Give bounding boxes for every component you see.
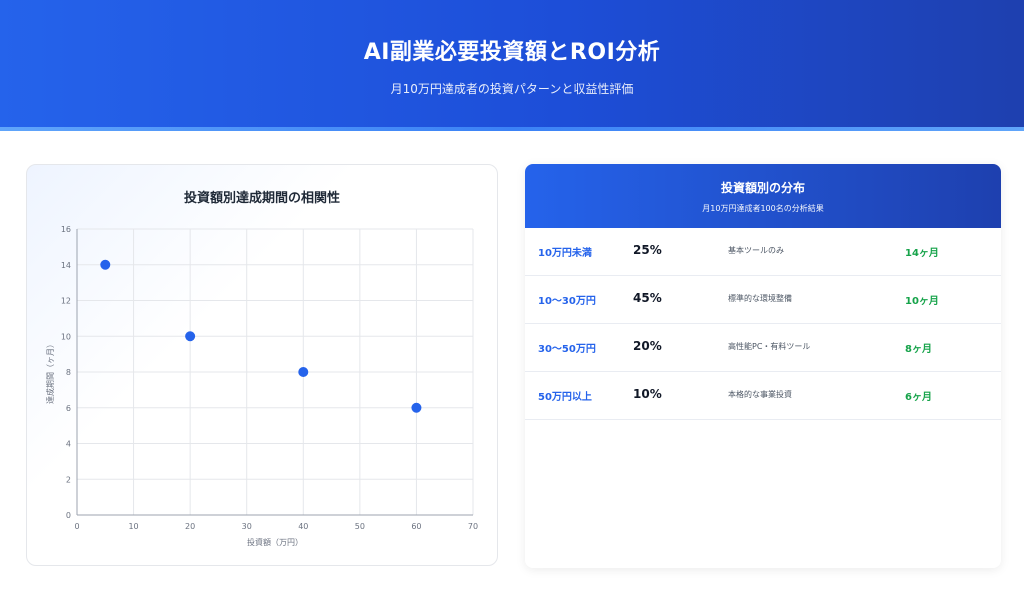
data-point: [185, 331, 196, 342]
x-tick-label: 40: [298, 522, 308, 531]
achievement-period: 8ヶ月: [905, 344, 932, 355]
x-axis-label: 投資額（万円）: [247, 537, 303, 547]
x-tick-label: 70: [468, 522, 478, 531]
y-tick-label: 4: [66, 440, 71, 449]
y-tick-label: 12: [61, 297, 71, 306]
data-point: [411, 402, 422, 413]
description: 標準的な環境整備: [728, 294, 792, 303]
investment-range: 10〜30万円: [538, 296, 596, 307]
x-tick-label: 50: [355, 522, 365, 531]
y-axis-label: 達成期間（ヶ月）: [45, 340, 55, 404]
page-subtitle: 月10万円達成者の投資パターンと収益性評価: [390, 82, 634, 96]
scatter-chart: 0 2 4 6 8 10 12 14 16 0 10 20 30 40 50 60 70 投資額（万円） 達成期間（…: [45, 225, 478, 547]
investment-range: 30〜50万円: [538, 344, 596, 355]
page-header: AI副業必要投資額とROI分析 月10万円達成者の投資パターンと収益性評価: [0, 0, 1024, 131]
investment-range: 10万円未満: [538, 248, 592, 259]
achievement-period: 10ヶ月: [905, 296, 939, 307]
y-tick-label: 10: [61, 332, 71, 341]
description: 基本ツールのみ: [728, 246, 784, 255]
y-tick-label: 0: [66, 511, 71, 520]
y-tick-label: 6: [66, 404, 71, 413]
y-tick-label: 8: [66, 368, 71, 377]
distribution-card: 投資額別の分布 月10万円達成者100名の分析結果 10万円未満 25% 基本ツ…: [525, 164, 1001, 568]
page-title: AI副業必要投資額とROI分析: [363, 40, 661, 65]
percentage: 10%: [633, 387, 662, 401]
y-tick-label: 14: [61, 261, 71, 270]
distribution-subtitle: 月10万円達成者100名の分析結果: [702, 204, 824, 213]
distribution-header: 投資額別の分布 月10万円達成者100名の分析結果: [525, 164, 1001, 228]
description: 本格的な事業投資: [728, 390, 792, 399]
x-tick-label: 30: [242, 522, 252, 531]
distribution-row: 10〜30万円 45% 標準的な環境整備 10ヶ月: [525, 276, 1001, 324]
percentage: 45%: [633, 291, 662, 305]
x-tick-label: 20: [185, 522, 195, 531]
distribution-row: 50万円以上 10% 本格的な事業投資 6ヶ月: [525, 372, 1001, 420]
data-point: [100, 259, 111, 270]
data-point: [298, 367, 309, 377]
chart-card: 投資額別達成期間の相関性 0 2 4 6 8 10 12 14 16 0 10 20 30 40 50 60 7…: [26, 164, 498, 566]
y-tick-label: 16: [61, 225, 71, 234]
distribution-row: 10万円未満 25% 基本ツールのみ 14ヶ月: [525, 228, 1001, 276]
x-tick-label: 60: [411, 522, 421, 531]
description: 高性能PC・有料ツール: [728, 342, 811, 351]
distribution-row: 30〜50万円 20% 高性能PC・有料ツール 8ヶ月: [525, 324, 1001, 372]
percentage: 20%: [633, 339, 662, 353]
investment-range: 50万円以上: [538, 392, 592, 403]
achievement-period: 6ヶ月: [905, 392, 932, 403]
x-tick-label: 10: [128, 522, 138, 531]
y-tick-label: 2: [66, 475, 71, 484]
achievement-period: 14ヶ月: [905, 248, 939, 259]
percentage: 25%: [633, 243, 662, 257]
x-tick-label: 0: [74, 522, 79, 531]
distribution-title: 投資額別の分布: [720, 181, 805, 195]
